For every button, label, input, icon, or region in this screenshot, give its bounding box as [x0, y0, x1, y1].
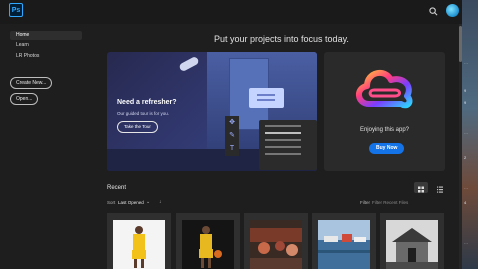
grid-view-toggle[interactable]	[414, 182, 428, 193]
desktop-edge-label: …	[464, 185, 468, 190]
speech-bubble-illustration	[249, 88, 284, 108]
banner-title: Need a refresher?	[117, 99, 177, 106]
tools-panel-illustration: ✥ ✎ T	[225, 116, 239, 156]
brush-tool-icon: ✎	[229, 132, 235, 139]
recent-file-thumbnail[interactable]	[380, 213, 444, 269]
desktop-edge-label: 2	[464, 155, 467, 160]
create-new-button[interactable]: Create New...	[10, 77, 53, 89]
recent-file-thumbnail[interactable]	[312, 213, 376, 269]
basketball-player-photo	[113, 220, 165, 269]
filter-label: Filter	[360, 200, 370, 205]
bw-building-photo	[386, 220, 438, 269]
desktop-edge-label: …	[464, 130, 468, 135]
desktop-edge-label: …	[464, 240, 468, 245]
sidebar-item-learn[interactable]: Learn	[10, 41, 82, 50]
desktop-background-edge: … 9 9 … 2 … 4 …	[462, 0, 478, 269]
desktop-edge-label: 9	[464, 100, 467, 105]
sort-label: Sort	[107, 200, 116, 205]
recent-heading: Recent	[107, 185, 127, 191]
sort-direction-icon[interactable]: ↓	[159, 199, 162, 205]
open-button[interactable]: Open...	[10, 93, 39, 105]
sidebar-item-home[interactable]: Home	[10, 31, 82, 40]
layers-panel-illustration	[259, 120, 317, 170]
creative-cloud-logo-icon	[356, 69, 413, 109]
recent-file-thumbnail[interactable]	[244, 213, 308, 269]
sort-dropdown[interactable]: Last Opened	[118, 200, 144, 205]
filter-input[interactable]	[372, 198, 442, 207]
buy-now-button[interactable]: Buy Now	[369, 143, 405, 154]
basketball-player-dark-photo	[182, 220, 234, 269]
recent-file-thumbnail[interactable]	[176, 213, 240, 269]
grid-icon	[418, 186, 424, 193]
banner-subtitle: Our guided tour is for you.	[117, 111, 170, 116]
tour-banner: ✥ ✎ T Need a refresher? Our guided tour …	[107, 52, 317, 171]
top-bar: Ps	[0, 0, 462, 24]
promo-title: Enjoying this app?	[359, 127, 410, 133]
recent-file-thumbnail[interactable]	[107, 213, 171, 269]
market-scene-photo	[250, 220, 302, 269]
promo-card: Enjoying this app? Buy Now	[324, 52, 445, 171]
list-view-toggle[interactable]	[433, 182, 447, 193]
sidebar: Home Learn LR Photos Create New... Open.…	[0, 24, 96, 269]
take-the-tour-button[interactable]: Take the Tour	[117, 121, 158, 133]
rocket-illustration	[178, 55, 200, 73]
move-tool-icon: ✥	[229, 119, 235, 126]
photoshop-home-window: Ps Home Learn LR Photos Create New... Op…	[0, 0, 462, 269]
desktop-edge-label: 9	[464, 88, 467, 93]
chevron-down-icon[interactable]: ⌄	[146, 199, 150, 205]
sidebar-item-lr-photos[interactable]: LR Photos	[10, 52, 82, 61]
harbor-boats-photo	[318, 220, 370, 269]
page-headline: Put your projects into focus today.	[214, 34, 349, 44]
profile-avatar[interactable]	[446, 4, 459, 17]
desktop-edge-label: …	[464, 60, 468, 65]
desktop-edge-label: 4	[464, 200, 467, 205]
type-tool-icon: T	[229, 145, 235, 152]
photoshop-logo: Ps	[9, 3, 23, 17]
search-icon[interactable]	[429, 7, 438, 16]
list-icon	[437, 186, 443, 193]
